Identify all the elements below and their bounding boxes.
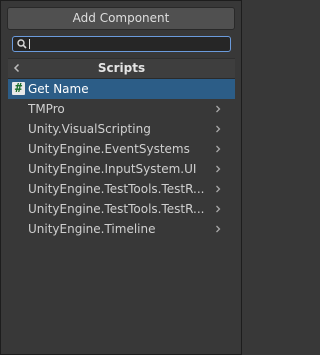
list-item-label: Unity.VisualScripting <box>28 122 151 136</box>
breadcrumb: Scripts <box>8 58 235 79</box>
breadcrumb-title: Scripts <box>97 61 146 75</box>
chevron-right-icon <box>216 165 221 173</box>
list-item-event-systems[interactable]: UnityEngine.EventSystems <box>8 139 235 159</box>
list-item-label: Get Name <box>28 82 89 96</box>
csharp-script-icon: # <box>12 82 25 95</box>
list-item-tmpro[interactable]: TMPro <box>8 99 235 119</box>
list-item-label: UnityEngine.TestTools.TestR... <box>28 182 205 196</box>
window-title: Add Component <box>7 7 235 30</box>
chevron-right-icon <box>216 145 221 153</box>
search-field[interactable] <box>12 36 231 52</box>
chevron-right-icon <box>216 125 221 133</box>
list-item-label: UnityEngine.TestTools.TestR... <box>28 202 205 216</box>
search-input[interactable] <box>27 37 231 51</box>
chevron-right-icon <box>216 185 221 193</box>
list-item-label: TMPro <box>28 102 65 116</box>
list-item-input-system-ui[interactable]: UnityEngine.InputSystem.UI <box>8 159 235 179</box>
list-item-get-name[interactable]: # Get Name <box>8 79 235 99</box>
text-caret <box>29 39 30 49</box>
add-component-window: Add Component Scripts # Get Name TMPro U… <box>0 0 242 355</box>
list-item-label: UnityEngine.InputSystem.UI <box>28 162 197 176</box>
list-item-test-tools-2[interactable]: UnityEngine.TestTools.TestR... <box>8 199 235 219</box>
component-list: # Get Name TMPro Unity.VisualScripting U… <box>8 79 235 239</box>
list-item-timeline[interactable]: UnityEngine.Timeline <box>8 219 235 239</box>
list-item-visual-scripting[interactable]: Unity.VisualScripting <box>8 119 235 139</box>
chevron-right-icon <box>216 105 221 113</box>
list-item-label: UnityEngine.Timeline <box>28 222 156 236</box>
chevron-right-icon <box>216 205 221 213</box>
list-item-label: UnityEngine.EventSystems <box>28 142 190 156</box>
list-item-test-tools-1[interactable]: UnityEngine.TestTools.TestR... <box>8 179 235 199</box>
chevron-right-icon <box>216 225 221 233</box>
